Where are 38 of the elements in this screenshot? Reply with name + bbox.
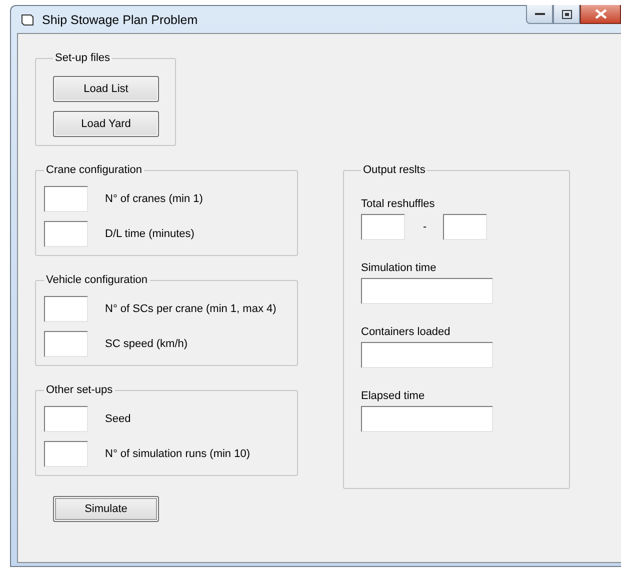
field-label: Seed bbox=[105, 413, 131, 425]
close-button[interactable] bbox=[580, 5, 621, 24]
input-field[interactable] bbox=[44, 296, 88, 322]
field-label: Elapsed time bbox=[361, 390, 426, 402]
input-field[interactable] bbox=[361, 214, 405, 240]
field-label: Containers loaded bbox=[361, 326, 452, 338]
minimize-icon bbox=[534, 12, 544, 16]
close-icon bbox=[594, 9, 606, 19]
simulate-button[interactable]: Simulate bbox=[53, 496, 159, 522]
input-field[interactable] bbox=[361, 342, 493, 368]
field-label: Simulation time bbox=[361, 262, 438, 274]
minimize-button[interactable] bbox=[526, 5, 553, 24]
maximize-button[interactable] bbox=[553, 5, 580, 24]
group-title: Other set-ups bbox=[45, 384, 114, 396]
input-field[interactable] bbox=[361, 406, 493, 432]
range-separator: - bbox=[423, 221, 427, 233]
maximize-icon bbox=[562, 10, 572, 18]
field-label: N° of simulation runs (min 10) bbox=[105, 448, 250, 460]
field-label: SC speed (km/h) bbox=[105, 338, 188, 350]
input-field[interactable] bbox=[44, 221, 88, 247]
group-title: Crane configuration bbox=[45, 164, 144, 176]
load-button[interactable]: Load Yard bbox=[53, 111, 159, 137]
field-label: Total reshuffles bbox=[361, 198, 436, 210]
input-field[interactable] bbox=[44, 406, 88, 432]
input-field[interactable] bbox=[44, 331, 88, 357]
input-field[interactable] bbox=[44, 441, 88, 467]
field-label: D/L time (minutes) bbox=[105, 228, 194, 240]
field-label: N° of SCs per crane (min 1, max 4) bbox=[105, 303, 276, 315]
group-title: Set-up files bbox=[54, 52, 112, 64]
group-title: Output reslts bbox=[362, 164, 426, 176]
load-button[interactable]: Load List bbox=[53, 76, 159, 102]
group-title: Vehicle configuration bbox=[45, 274, 149, 286]
input-field[interactable] bbox=[442, 214, 487, 240]
field-label: N° of cranes (min 1) bbox=[105, 193, 203, 205]
window-title: Ship Stowage Plan Problem bbox=[42, 12, 198, 26]
input-field[interactable] bbox=[44, 186, 88, 212]
input-field[interactable] bbox=[361, 278, 493, 304]
window-icon bbox=[21, 14, 34, 26]
